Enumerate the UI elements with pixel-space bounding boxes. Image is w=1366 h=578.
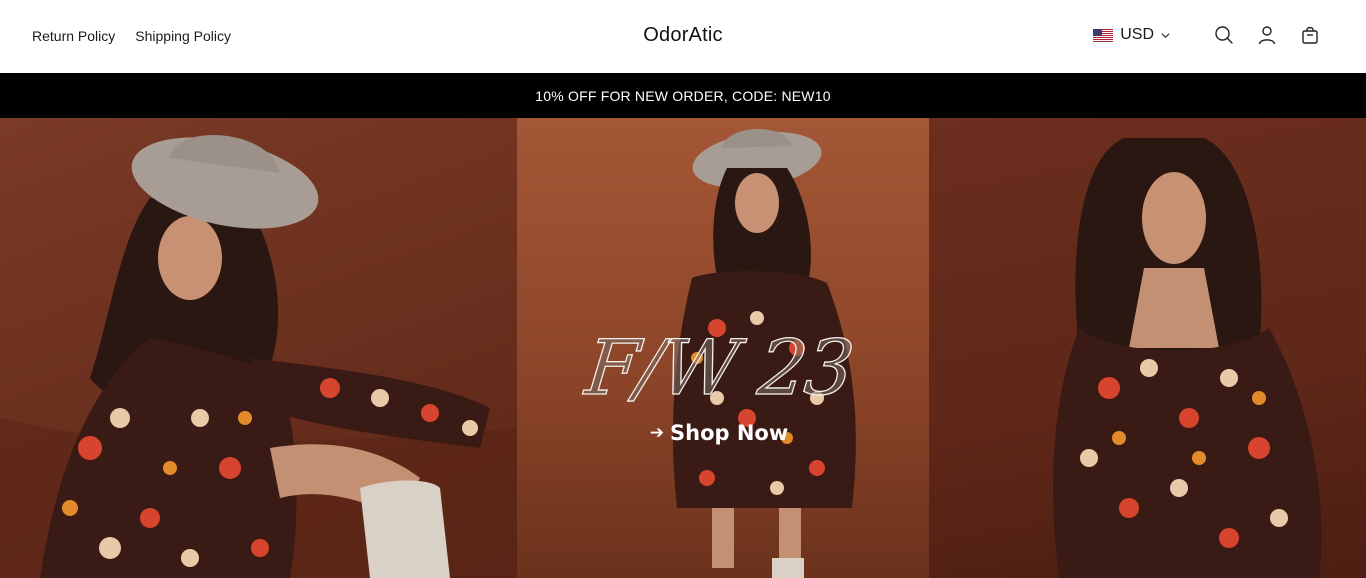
currency-selector[interactable]: USD (1093, 26, 1171, 44)
season-title: F/W 23 (581, 322, 857, 412)
nav-link-shipping-policy[interactable]: Shipping Policy (135, 27, 231, 45)
brand-logo[interactable]: OdorAtic (643, 24, 722, 46)
nav-link-return-policy[interactable]: Return Policy (32, 27, 115, 45)
us-flag-icon (1093, 28, 1114, 42)
search-icon (1215, 26, 1233, 44)
shop-now-link[interactable]: ➔ Shop Now (650, 421, 789, 445)
header-tools: USD (1093, 23, 1322, 47)
announcement-bar: 10% OFF FOR NEW ORDER, CODE: NEW10 (0, 73, 1366, 118)
search-button[interactable] (1212, 23, 1236, 47)
currency-code: USD (1120, 26, 1154, 43)
hero-image-left (0, 118, 517, 578)
announcement-text: 10% OFF FOR NEW ORDER, CODE: NEW10 (535, 87, 831, 104)
hero-overlay: F/W 23 ➔ Shop Now (517, 322, 929, 445)
cart-icon (1302, 26, 1318, 44)
site-header: Return Policy Shipping Policy OdorAtic U… (0, 0, 1366, 73)
account-icon (1258, 26, 1276, 45)
hero-image-right (929, 118, 1366, 578)
header-nav: Return Policy Shipping Policy (32, 27, 231, 45)
cart-button[interactable] (1298, 23, 1322, 47)
arrow-right-icon: ➔ (649, 423, 664, 443)
shop-now-label: Shop Now (670, 421, 789, 445)
hero-banner[interactable]: F/W 23 ➔ Shop Now (0, 118, 1366, 578)
account-button[interactable] (1255, 23, 1279, 47)
chevron-down-icon (1161, 32, 1170, 38)
